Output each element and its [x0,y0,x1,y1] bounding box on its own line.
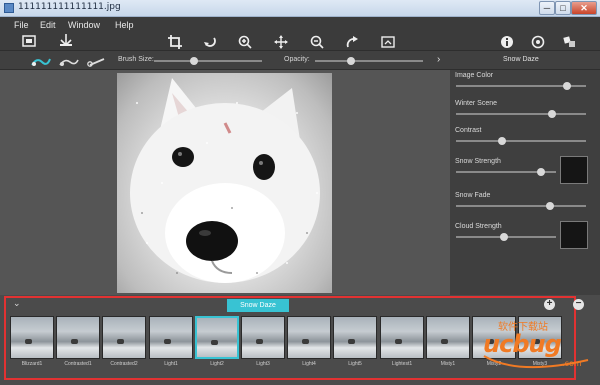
opacity-label: Opacity: [284,56,310,63]
window-title: 111111111111111.jpg [18,2,121,12]
preset-thumbnail[interactable] [287,316,331,359]
brush-size-slider[interactable] [154,60,262,62]
preset-thumbnail[interactable] [241,316,285,359]
adjustment-slider-knob[interactable] [548,110,557,118]
adjustment-label: Cloud Strength [455,223,502,230]
effects-icon[interactable] [563,35,577,49]
adjustment-slider-knob[interactable] [562,82,571,90]
open-image-icon[interactable] [22,34,36,48]
watermark-text: ucbug [483,330,562,358]
preset-thumbnail[interactable] [380,316,424,359]
expand-panel-chevron-icon[interactable]: › [437,54,440,65]
panel-title: Snow Daze [503,56,539,63]
preset-thumbnail-label: Light4 [302,361,316,367]
opacity-slider-knob[interactable] [347,57,356,65]
minimize-button[interactable]: ─ [539,1,555,15]
brush-paint-icon[interactable] [30,54,52,66]
adjustment-slider-knob[interactable] [545,202,554,210]
brush-toolbar: Brush Size: Opacity: › Snow Daze [0,50,600,70]
crop-icon[interactable] [168,35,182,49]
preset-thumbnail[interactable] [426,316,470,359]
preset-thumbnail[interactable] [102,316,146,359]
rotate-right-icon[interactable] [345,35,359,49]
brush-soft-icon[interactable] [58,54,80,66]
opacity-slider[interactable] [315,60,423,62]
brush-size-label: Brush Size: [118,56,154,63]
adjustments-panel: Image Color Winter Scene Contrast Snow Stre… [450,70,600,295]
adjustment-slider[interactable] [456,113,586,115]
title-bar: 111111111111111.jpg ─ □ ✕ [0,0,600,17]
adjustment-slider[interactable] [456,140,586,142]
menu-edit[interactable]: Edit [40,20,56,30]
menu-file[interactable]: File [14,20,29,30]
preset-thumbnail-label: Light1 [164,361,178,367]
watermark-suffix: .com [562,359,582,368]
fit-screen-icon[interactable] [381,35,395,49]
info-icon[interactable] [500,35,514,49]
preset-thumbnail-label: Lightest1 [391,361,413,367]
preset-thumbnail-label: Misty1 [440,361,456,367]
adjustment-label: Snow Fade [455,192,491,199]
preset-thumbnail-label: Light3 [256,361,270,367]
dog-photo [130,78,320,283]
preset-thumbnail[interactable] [195,316,239,359]
preset-thumbnail-label: Contrasted2 [110,361,138,367]
eraser-icon[interactable] [86,54,108,67]
texture-preview[interactable] [560,156,588,184]
menu-help[interactable]: Help [115,20,134,30]
adjustment-slider-knob[interactable] [500,233,508,241]
rotate-left-icon[interactable] [203,35,217,49]
adjustment-slider[interactable] [456,205,586,207]
menu-bar: File Edit Window Help [0,17,600,50]
adjustment-label: Winter Scene [455,100,498,107]
brush-size-slider-knob[interactable] [189,57,198,65]
canvas-area [0,70,450,295]
preset-group-tab[interactable]: Snow Daze [227,299,289,312]
preset-thumbnail[interactable] [56,316,100,359]
add-preset-button[interactable]: + [544,299,555,310]
preset-thumbnail[interactable] [10,316,54,359]
adjustment-label: Snow Strength [455,158,501,165]
move-icon[interactable] [274,35,288,49]
zoom-out-icon[interactable] [310,35,324,49]
adjustment-label: Image Color [455,72,494,79]
preset-thumbnail[interactable] [333,316,377,359]
app-icon [4,3,14,13]
adjustment-label: Contrast [455,127,482,134]
app-window: 111111111111111.jpg ─ □ ✕ File Edit Wind… [0,0,600,385]
settings-icon[interactable] [531,35,545,49]
adjustment-slider-knob[interactable] [497,137,506,145]
preset-thumbnail-label: Blizzard1 [21,361,43,367]
menu-window[interactable]: Window [68,20,100,30]
adjustment-slider-knob[interactable] [537,168,545,176]
photo-image[interactable] [117,73,332,293]
texture-preview[interactable] [560,221,588,249]
collapse-strip-chevron-icon[interactable]: ⌄ [13,298,21,309]
preset-thumbnail[interactable] [149,316,193,359]
close-button[interactable]: ✕ [571,1,597,15]
preset-thumbnail-label: Light2 [210,361,224,367]
zoom-in-icon[interactable] [238,35,252,49]
preset-thumbnail-label: Light5 [348,361,362,367]
preset-thumbnail-label: Contrasted1 [64,361,92,367]
maximize-button[interactable]: □ [555,1,571,15]
save-icon[interactable] [59,33,73,47]
remove-preset-button[interactable]: − [573,299,584,310]
